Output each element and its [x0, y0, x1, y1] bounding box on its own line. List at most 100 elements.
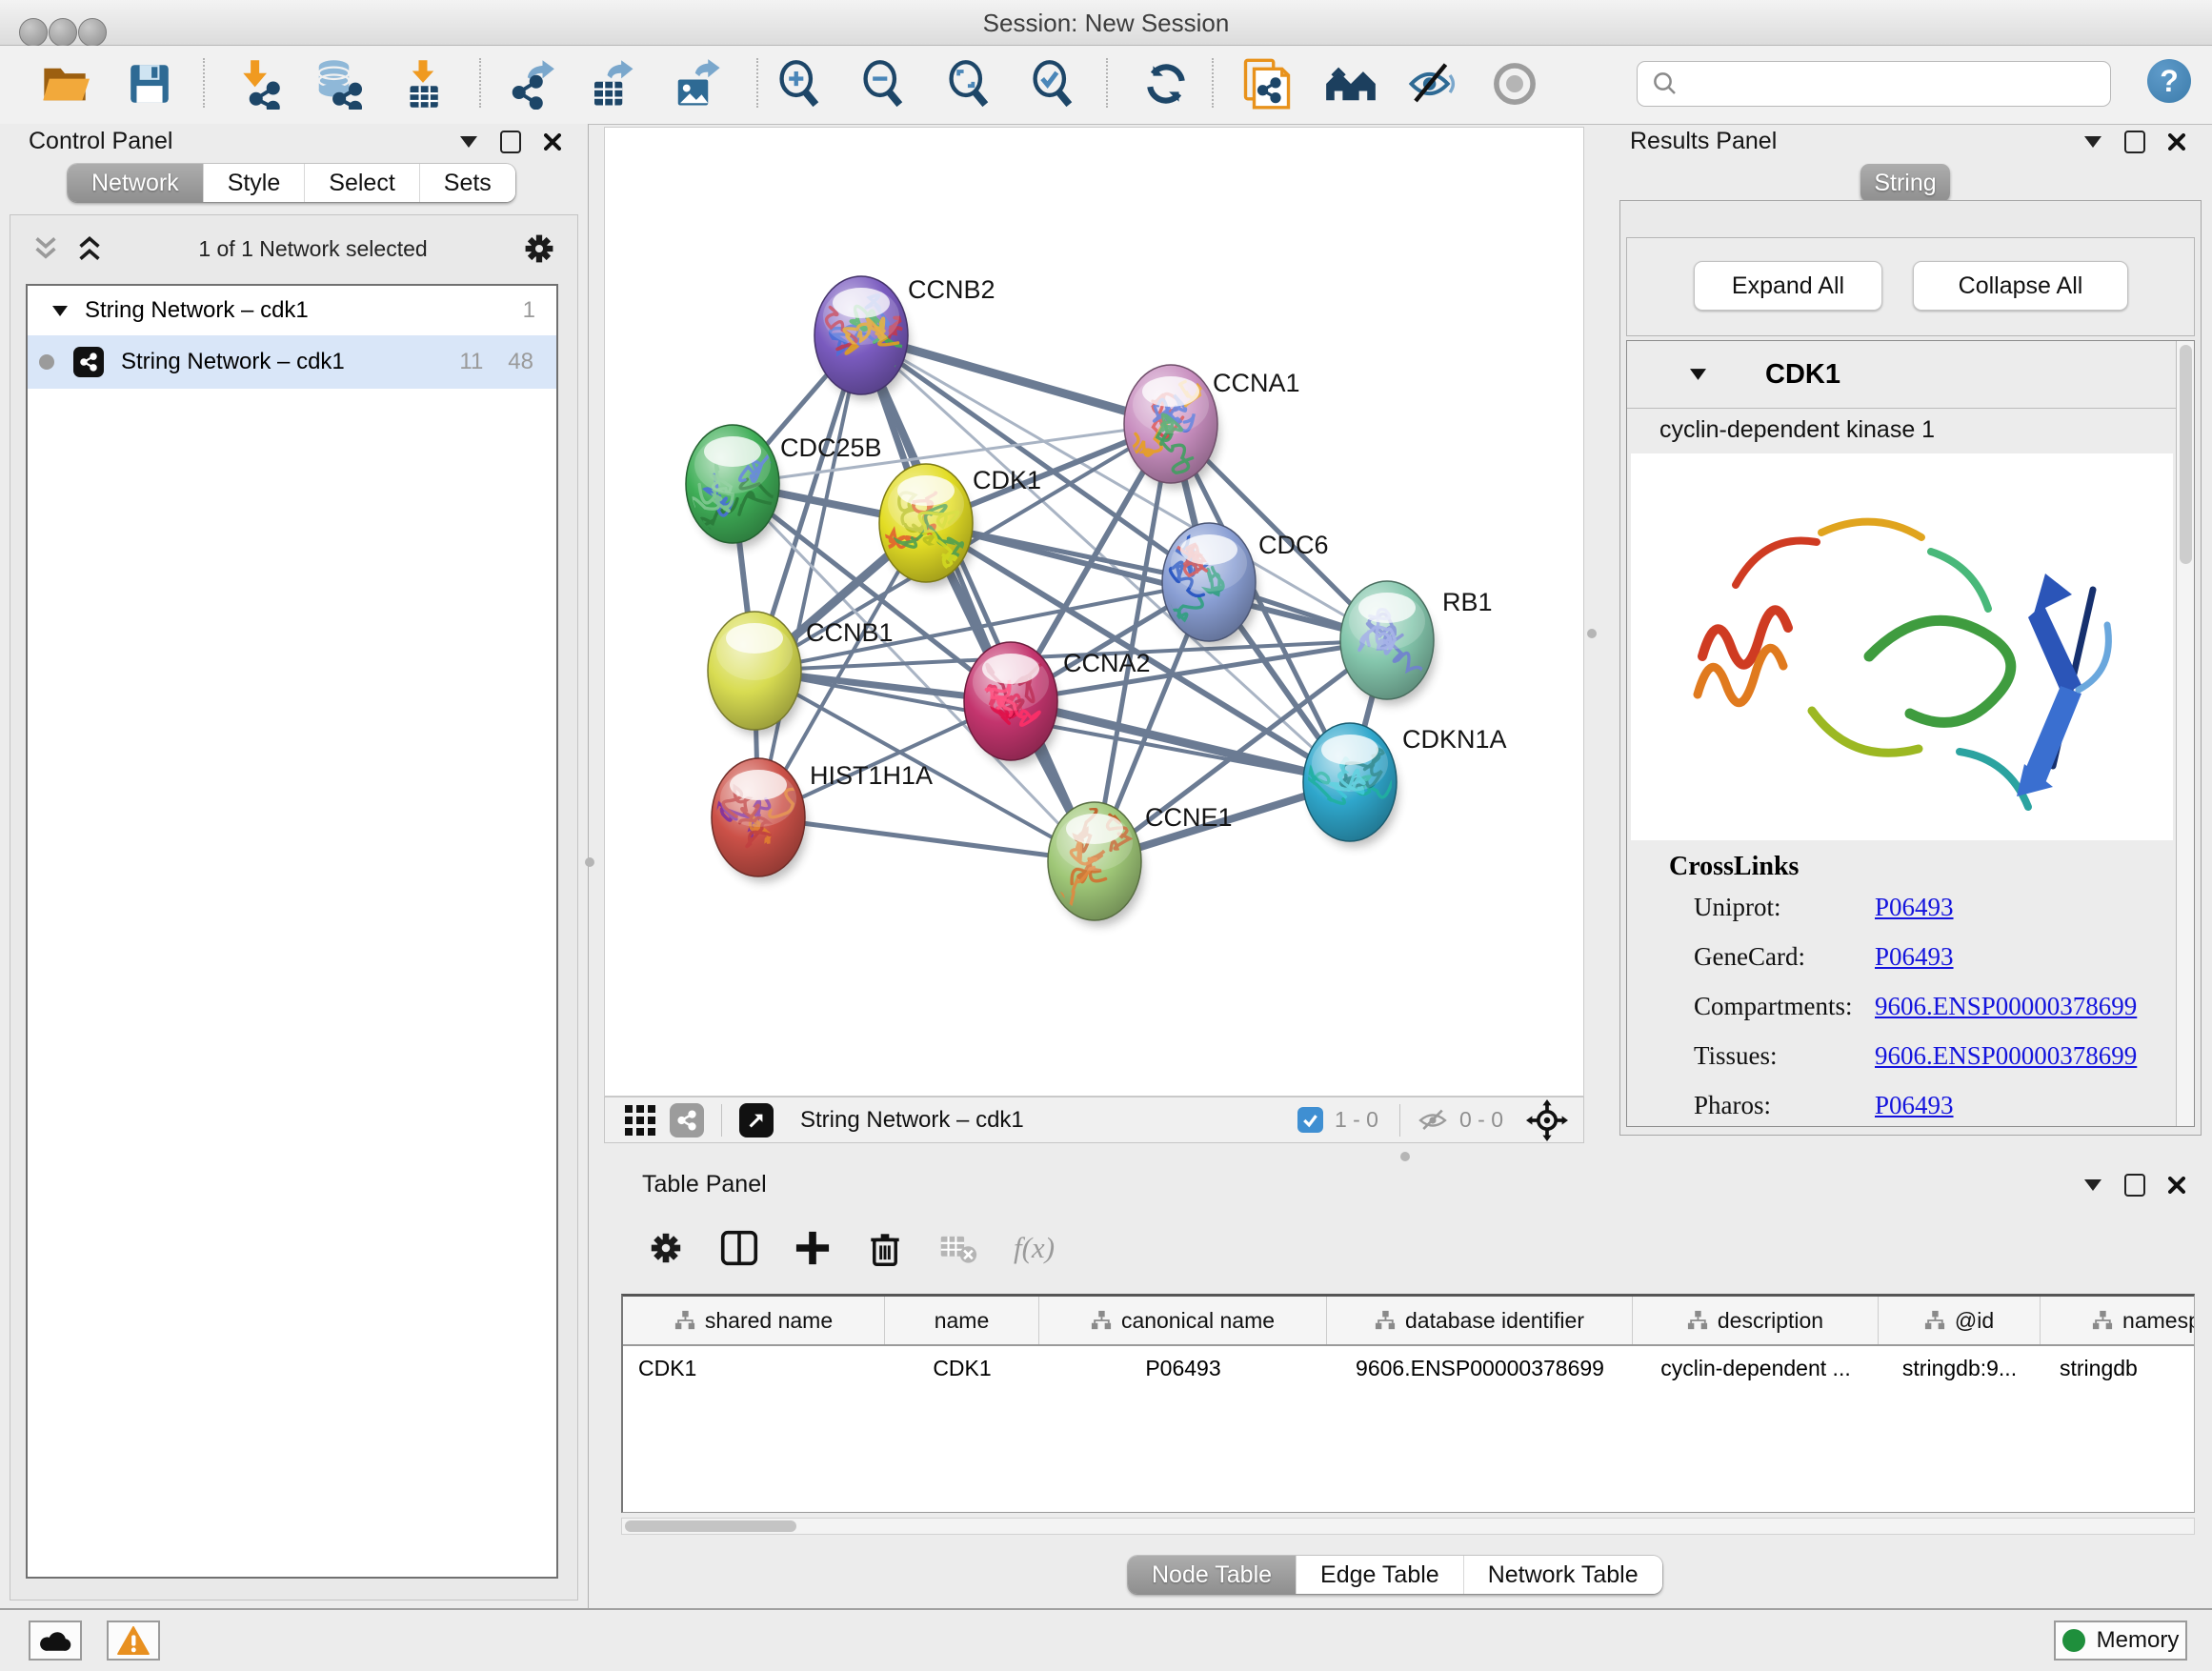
network-graph[interactable]: CCNB2CCNA1CDC25BCDK1CDC6RB1CCNB1CCNA2CDK…: [605, 128, 1583, 1096]
network-edge-HIST1H1A-CCNE1[interactable]: [758, 817, 1095, 861]
network-collection-row[interactable]: String Network – cdk1 1: [28, 286, 556, 335]
table-row[interactable]: CDK1CDK1P064939606.ENSP00000378699cyclin…: [623, 1346, 2194, 1390]
help-button[interactable]: ?: [2147, 59, 2191, 103]
network-node-CDC25B[interactable]: CDC25B: [686, 425, 882, 549]
export-network-button[interactable]: [502, 56, 557, 111]
network-node-RB1[interactable]: RB1: [1340, 581, 1493, 705]
results-scrollbar-thumb[interactable]: [2180, 345, 2192, 564]
tab-edge-table[interactable]: Edge Table: [1296, 1556, 1463, 1594]
panel-close-icon[interactable]: [2168, 1177, 2185, 1194]
right-splitter-handle[interactable]: [1587, 629, 1597, 638]
panel-menu-icon[interactable]: [2084, 1179, 2101, 1191]
column-header-database-identifier[interactable]: database identifier: [1327, 1297, 1633, 1344]
tree-expander-icon[interactable]: [52, 306, 68, 316]
crosslink-link[interactable]: P06493: [1875, 893, 1954, 922]
table-horizontal-scrollbar[interactable]: [621, 1518, 2195, 1535]
selected-checkbox[interactable]: [1297, 1107, 1323, 1133]
horizontal-splitter-handle[interactable]: [1400, 1152, 1410, 1161]
results-scrollbar[interactable]: [2176, 341, 2194, 1126]
panel-close-icon[interactable]: [2168, 133, 2185, 151]
add-column-icon[interactable]: [794, 1230, 831, 1266]
table-cell[interactable]: 9606.ENSP00000378699: [1327, 1356, 1633, 1381]
panel-float-icon[interactable]: [2124, 131, 2145, 153]
expand-all-networks-icon[interactable]: [75, 236, 104, 261]
column-header-canonical-name[interactable]: canonical name: [1039, 1297, 1327, 1344]
tab-sets[interactable]: Sets: [419, 164, 515, 202]
apply-layout-button[interactable]: [1138, 56, 1194, 111]
expand-all-button[interactable]: Expand All: [1694, 261, 1882, 311]
zoom-fit-button[interactable]: [941, 56, 996, 111]
open-in-window-icon[interactable]: [739, 1103, 774, 1137]
zoom-in-button[interactable]: [772, 56, 827, 111]
crosslink-link[interactable]: 9606.ENSP00000378699: [1875, 1041, 2137, 1071]
collapse-all-networks-icon[interactable]: [31, 236, 60, 261]
network-badge-icon[interactable]: [670, 1103, 704, 1137]
crosslink-link[interactable]: P06493: [1875, 1091, 1954, 1120]
network-node-CDK1[interactable]: CDK1: [875, 464, 1041, 588]
zoom-selected-button[interactable]: [1025, 56, 1080, 111]
network-node-CCNA1[interactable]: CCNA1: [1124, 365, 1300, 489]
open-session-button[interactable]: [37, 56, 92, 111]
memory-button[interactable]: Memory: [2054, 1621, 2187, 1661]
tab-network[interactable]: Network: [68, 164, 203, 202]
gene-section-header[interactable]: CDK1: [1627, 341, 2194, 409]
network-node-CDKN1A[interactable]: CDKN1A: [1303, 723, 1507, 847]
table-scrollbar-thumb[interactable]: [625, 1520, 796, 1532]
import-network-button[interactable]: [231, 56, 286, 111]
copy-network-button[interactable]: [1239, 56, 1295, 111]
panel-close-icon[interactable]: [544, 133, 561, 151]
table-cell[interactable]: stringdb:9...: [1879, 1356, 2041, 1381]
network-options-gear-icon[interactable]: [522, 232, 556, 266]
panel-menu-icon[interactable]: [460, 136, 477, 148]
network-node-HIST1H1A[interactable]: HIST1H1A: [695, 755, 933, 882]
cloud-status-button[interactable]: [29, 1621, 82, 1661]
table-options-gear-icon[interactable]: [648, 1230, 684, 1266]
network-edge-CCNB2-HIST1H1A[interactable]: [758, 335, 861, 817]
section-expander-icon[interactable]: [1690, 369, 1706, 380]
collapse-all-button[interactable]: Collapse All: [1913, 261, 2128, 311]
table-cell[interactable]: CDK1: [623, 1356, 885, 1381]
network-canvas[interactable]: CCNB2CCNA1CDC25BCDK1CDC6RB1CCNB1CCNA2CDK…: [604, 127, 1584, 1097]
panel-float-icon[interactable]: [500, 131, 521, 153]
import-table-button[interactable]: [395, 56, 451, 111]
column-header-name[interactable]: name: [885, 1297, 1039, 1344]
grid-view-icon[interactable]: [624, 1104, 656, 1137]
column-header-description[interactable]: description: [1633, 1297, 1879, 1344]
show-columns-icon[interactable]: [720, 1229, 758, 1267]
table-cell[interactable]: cyclin-dependent ...: [1633, 1356, 1879, 1381]
search-input[interactable]: [1687, 70, 2110, 98]
tab-select[interactable]: Select: [304, 164, 418, 202]
save-session-button[interactable]: [122, 56, 177, 111]
tab-network-table[interactable]: Network Table: [1463, 1556, 1662, 1594]
network-node-CCNB2[interactable]: CCNB2: [814, 275, 995, 400]
tab-string[interactable]: String: [1860, 164, 1950, 202]
show-labels-button[interactable]: [1487, 56, 1542, 111]
column-header-@id[interactable]: @id: [1879, 1297, 2041, 1344]
crosslink-link[interactable]: 9606.ENSP00000378699: [1875, 992, 2137, 1021]
export-table-button[interactable]: [584, 56, 639, 111]
tab-node-table[interactable]: Node Table: [1128, 1556, 1296, 1594]
import-network-from-database-button[interactable]: [311, 56, 366, 111]
panel-menu-icon[interactable]: [2084, 136, 2101, 148]
export-image-button[interactable]: [670, 56, 725, 111]
crosslink-label: GeneCard:: [1694, 942, 1875, 972]
table-cell[interactable]: P06493: [1039, 1356, 1327, 1381]
delete-column-icon[interactable]: [867, 1230, 903, 1266]
network-node-CDC6[interactable]: CDC6: [1157, 523, 1329, 647]
panel-float-icon[interactable]: [2124, 1174, 2145, 1197]
column-header-shared-name[interactable]: shared name: [623, 1297, 885, 1344]
birdseye-navigator-icon[interactable]: [1526, 1099, 1568, 1141]
table-cell[interactable]: CDK1: [885, 1356, 1039, 1381]
left-splitter-handle[interactable]: [585, 857, 594, 867]
zoom-out-button[interactable]: [855, 56, 911, 111]
hide-labels-button[interactable]: [1405, 56, 1460, 111]
column-header-namespace[interactable]: namespace: [2041, 1297, 2195, 1344]
network-node-CCNE1[interactable]: CCNE1: [1048, 802, 1233, 926]
crosslink-link[interactable]: P06493: [1875, 942, 1954, 972]
tab-style[interactable]: Style: [203, 164, 305, 202]
warnings-button[interactable]: [107, 1621, 160, 1661]
table-cell[interactable]: stringdb: [2041, 1356, 2195, 1381]
network-row-selected[interactable]: String Network – cdk1 11 48: [28, 335, 556, 389]
home-button[interactable]: [1323, 56, 1378, 111]
hierarchy-icon: [1924, 1310, 1945, 1331]
